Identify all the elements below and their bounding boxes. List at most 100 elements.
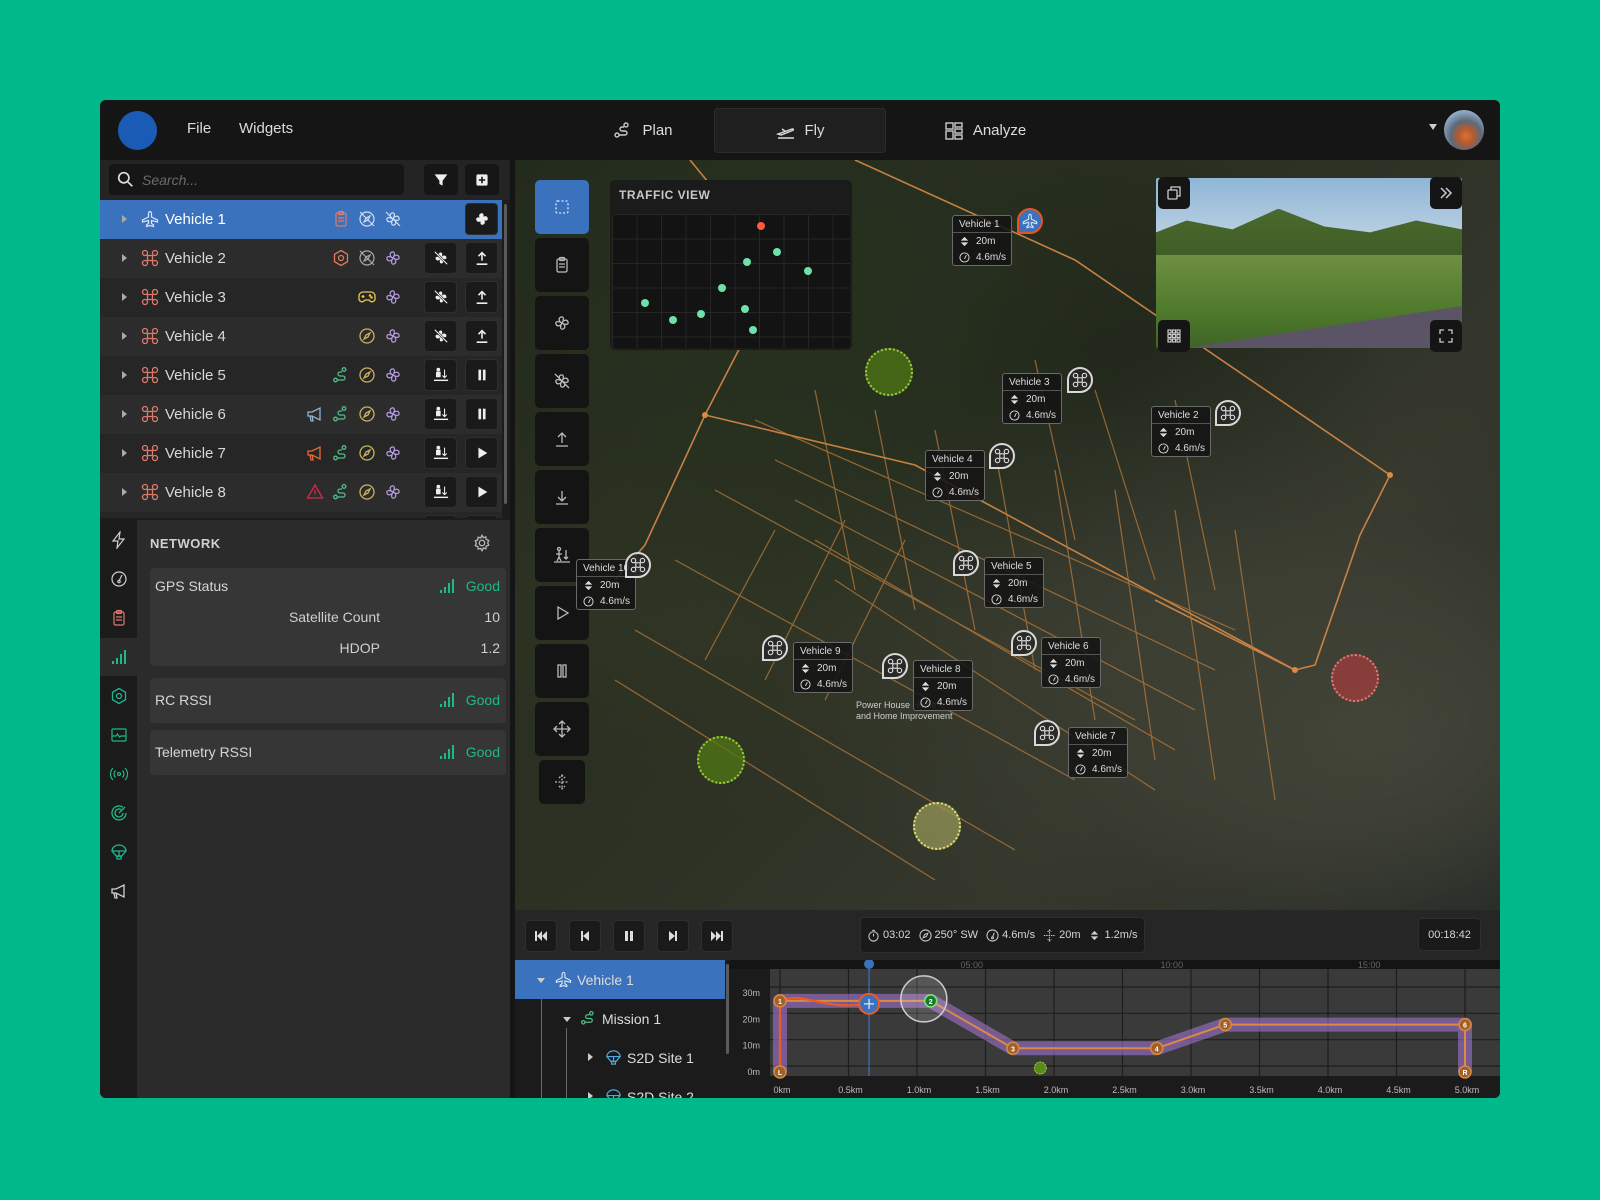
menu-file[interactable]: File (187, 120, 211, 137)
expand-toggle[interactable] (122, 254, 127, 262)
tab-analyze[interactable]: Analyze (920, 108, 1050, 153)
move-tool-button[interactable] (535, 702, 589, 756)
traffic-dot[interactable] (641, 299, 649, 307)
popout-video-button[interactable] (1158, 177, 1190, 209)
land-button[interactable] (424, 398, 457, 430)
vehicle-marker[interactable] (1215, 400, 1241, 426)
expand-toggle[interactable] (122, 371, 127, 379)
selected-vehicle-marker[interactable] (1017, 208, 1043, 234)
expand-toggle[interactable] (588, 1092, 593, 1098)
traffic-dot[interactable] (697, 310, 705, 318)
vehicle-map-label[interactable]: Vehicle 9 20m 4.6m/s (793, 642, 853, 693)
vehicle-list-scrollbar[interactable] (504, 204, 507, 504)
widget-rail-megaphone[interactable] (100, 872, 137, 910)
geofence-zone[interactable] (697, 736, 745, 784)
collapse-video-button[interactable] (1430, 177, 1462, 209)
vehicle-marker[interactable] (625, 552, 651, 578)
arm-tool-button[interactable] (535, 296, 589, 350)
tree-item-vehicle[interactable]: Vehicle 1 (515, 960, 725, 999)
camera-feed[interactable] (1156, 178, 1462, 348)
vehicle-marker[interactable] (882, 653, 908, 679)
search-field[interactable] (109, 164, 404, 195)
vehicle-map-label[interactable]: Vehicle 8 20m 4.6m/s (913, 660, 973, 711)
widget-rail-hex-nut[interactable] (100, 677, 137, 715)
user-avatar[interactable] (1444, 110, 1484, 150)
disarm-tool-button[interactable] (535, 354, 589, 408)
land-tool-button[interactable] (535, 470, 589, 524)
altitude-profile-chart[interactable]: 30m 20m 10m 0m 0km 0.5km 1.0km 1.5km 2.0km 2.5km 3… (730, 960, 1500, 1098)
vehicle-map-label[interactable]: Vehicle 5 20m 4.6m/s (984, 557, 1044, 608)
skip-to-end-button[interactable] (701, 920, 733, 952)
widget-rail-checklist[interactable] (100, 599, 137, 637)
play-button[interactable] (465, 437, 498, 469)
vehicle-map-label[interactable]: Vehicle 1 20m 4.6m/s (952, 215, 1012, 266)
vehicle-row[interactable]: Vehicle 5 (100, 356, 502, 395)
search-input[interactable] (142, 171, 382, 188)
vehicle-map-label[interactable]: Vehicle 3 20m 4.6m/s (1002, 373, 1062, 424)
widget-rail-signal[interactable] (100, 638, 137, 676)
widget-rail-gauge[interactable] (100, 560, 137, 598)
tree-scrollbar[interactable] (726, 964, 729, 1054)
takeoff-tool-button[interactable] (535, 412, 589, 466)
propeller-button[interactable] (465, 203, 498, 235)
expand-toggle[interactable] (563, 1017, 571, 1022)
vehicle-row[interactable]: Vehicle 1 (100, 200, 502, 239)
vehicle-map-label[interactable]: Vehicle 7 20m 4.6m/s (1068, 727, 1128, 778)
vehicle-map-label[interactable]: Vehicle 2 20m 4.6m/s (1151, 406, 1211, 457)
land-button[interactable] (424, 515, 457, 518)
geofence-zone[interactable] (913, 802, 961, 850)
gear-icon[interactable] (473, 534, 491, 552)
disarm-button[interactable] (424, 320, 457, 352)
disarm-button[interactable] (424, 242, 457, 274)
land-button[interactable] (424, 476, 457, 508)
takeoff-upload-button[interactable] (465, 320, 498, 352)
vehicle-marker[interactable] (989, 443, 1015, 469)
menu-widgets[interactable]: Widgets (239, 120, 293, 137)
takeoff-upload-button[interactable] (465, 242, 498, 274)
vehicle-map-label[interactable]: Vehicle 4 20m 4.6m/s (925, 450, 985, 501)
filter-button[interactable] (424, 164, 458, 195)
vehicle-map-label[interactable]: Vehicle 6 20m 4.6m/s (1041, 637, 1101, 688)
step-forward-button[interactable] (657, 920, 689, 952)
traffic-dot[interactable] (773, 248, 781, 256)
vehicle-marker[interactable] (1011, 630, 1037, 656)
vehicle-marker[interactable] (1034, 720, 1060, 746)
play-button[interactable] (465, 476, 498, 508)
traffic-dot[interactable] (741, 305, 749, 313)
expand-toggle[interactable] (122, 332, 127, 340)
play-button[interactable] (465, 515, 498, 518)
vehicle-marker[interactable] (953, 550, 979, 576)
video-grid-button[interactable] (1158, 320, 1190, 352)
tree-item-mission[interactable]: Mission 1 (515, 999, 725, 1038)
vehicle-marker[interactable] (1067, 367, 1093, 393)
vehicle-marker[interactable] (762, 635, 788, 661)
expand-toggle[interactable] (537, 978, 545, 983)
widget-rail-monitor-pulse[interactable] (100, 716, 137, 754)
pause-tool-button[interactable] (535, 644, 589, 698)
pause-playback-button[interactable] (613, 920, 645, 952)
traffic-dot-alert[interactable] (757, 222, 765, 230)
land-button[interactable] (424, 437, 457, 469)
widget-rail-parachute[interactable] (100, 833, 137, 871)
checklist-tool-button[interactable] (535, 238, 589, 292)
traffic-dot[interactable] (749, 326, 757, 334)
pause-button[interactable] (465, 359, 498, 391)
vehicle-row[interactable]: Vehicle 6 (100, 395, 502, 434)
no-fly-zone[interactable] (1331, 654, 1379, 702)
vehicle-row[interactable]: Vehicle 4 (100, 317, 502, 356)
altitude-tool-button[interactable] (539, 760, 585, 804)
account-dropdown-caret[interactable] (1429, 124, 1437, 130)
expand-toggle[interactable] (122, 449, 127, 457)
traffic-dot[interactable] (804, 267, 812, 275)
disarm-button[interactable] (424, 281, 457, 313)
app-logo[interactable] (118, 111, 157, 150)
vehicle-row[interactable]: Vehicle 2 (100, 239, 502, 278)
vehicle-row[interactable]: Vehicle 3 (100, 278, 502, 317)
geofence-zone[interactable] (865, 348, 913, 396)
tab-fly[interactable]: Fly (714, 108, 886, 153)
tree-item-site[interactable]: S2D Site 1 (515, 1038, 725, 1077)
expand-toggle[interactable] (122, 215, 127, 223)
select-tool-button[interactable] (535, 180, 589, 234)
fullscreen-video-button[interactable] (1430, 320, 1462, 352)
add-vehicle-button[interactable] (465, 164, 499, 195)
